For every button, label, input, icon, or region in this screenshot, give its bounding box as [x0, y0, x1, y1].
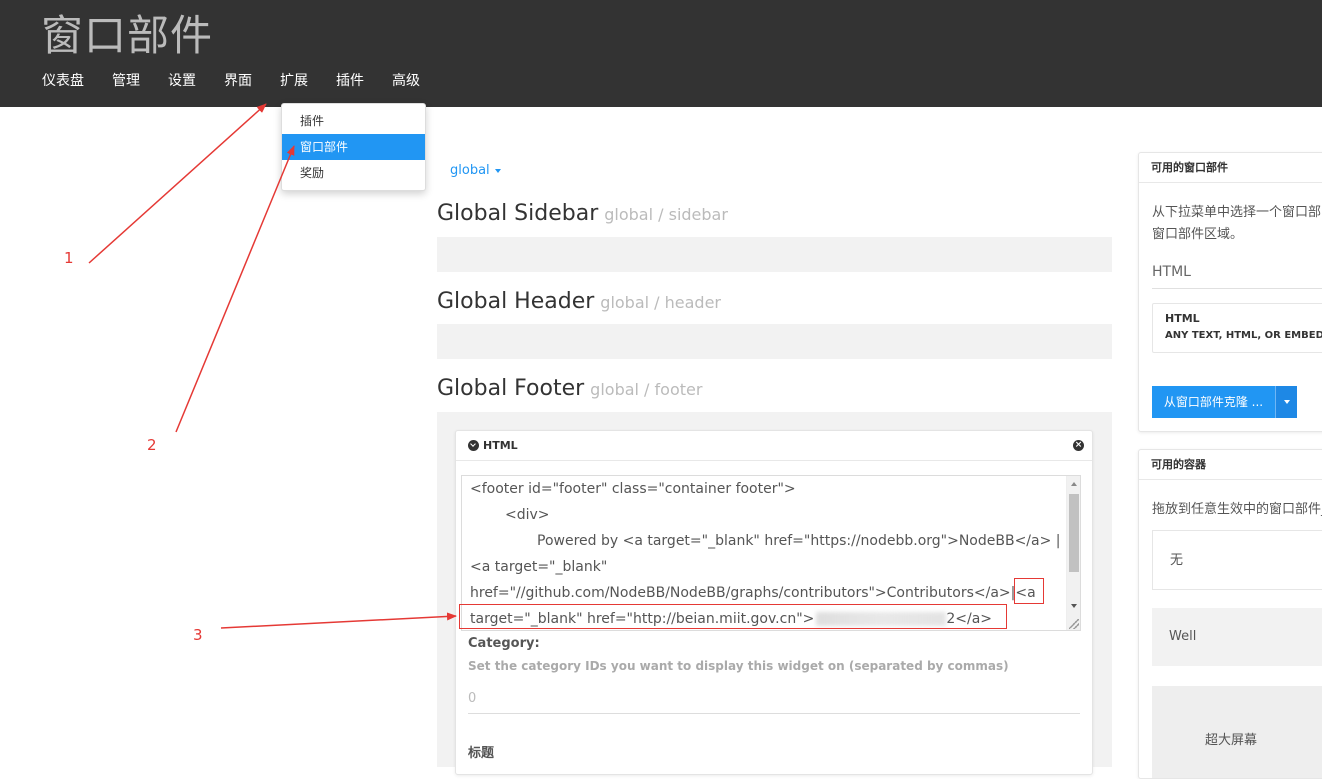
nav-manage[interactable]: 管理	[98, 70, 154, 92]
scroll-down-icon[interactable]	[1071, 604, 1077, 608]
title-label: 标题	[468, 746, 495, 761]
code-line: <div>	[505, 507, 550, 523]
available-containers-description: 拖放到任意生效中的窗口部件_	[1152, 502, 1322, 517]
extend-dropdown-menu: 插件 窗口部件 奖励	[281, 103, 426, 191]
resize-handle-icon[interactable]	[1069, 619, 1079, 629]
annotation-label-2: 2	[147, 436, 157, 454]
area-location: global / header	[600, 293, 722, 312]
textarea-scrollbar[interactable]	[1066, 476, 1080, 630]
area-title-footer: Global Footer global / footer	[437, 376, 702, 401]
nav-plugins[interactable]: 插件	[322, 70, 378, 92]
clone-dropdown-toggle[interactable]	[1275, 386, 1297, 418]
code-text: href="//github.com/NodeBB/NodeBB/graphs/…	[470, 585, 1011, 601]
area-location: global / footer	[590, 380, 703, 399]
close-icon[interactable]: ×	[1073, 440, 1084, 451]
main-nav: 仪表盘 管理 设置 界面 扩展 插件 高级	[28, 70, 434, 92]
area-dropzone-sidebar[interactable]	[437, 237, 1112, 272]
code-line: Powered by <a target="_blank" href="http…	[537, 533, 1061, 549]
area-location: global / sidebar	[604, 205, 728, 224]
container-none[interactable]: 无	[1152, 530, 1322, 590]
menu-item-widgets[interactable]: 窗口部件	[282, 134, 425, 160]
area-name: Global Header	[437, 289, 595, 314]
html-widget-panel: HTML × <footer id="footer" class="contai…	[455, 430, 1093, 775]
draggable-widget-html[interactable]: HTML ANY TEXT, HTML, OR EMBED	[1152, 303, 1322, 353]
clone-widgets-button[interactable]: 从窗口部件克隆 ...	[1152, 386, 1275, 418]
code-line: <a target="_blank"	[470, 559, 608, 575]
category-label: Category:	[468, 636, 540, 651]
annotation-label-1: 1	[64, 249, 74, 267]
page-title: 窗口部件	[41, 11, 214, 60]
available-widgets-description: 从下拉菜单中选择一个窗口部	[1152, 205, 1322, 220]
scroll-up-icon[interactable]	[1071, 482, 1077, 486]
template-select-label: global	[450, 163, 490, 178]
category-help-text: Set the category IDs you want to display…	[468, 659, 1009, 673]
code-line: <footer id="footer" class="container foo…	[470, 481, 796, 497]
widget-title: HTML	[483, 439, 518, 452]
nav-dashboard[interactable]: 仪表盘	[28, 70, 98, 92]
admin-header: 窗口部件 仪表盘 管理 设置 界面 扩展 插件 高级	[0, 0, 1322, 107]
clone-widgets-button-group: 从窗口部件克隆 ...	[1152, 386, 1297, 418]
nav-settings[interactable]: 设置	[154, 70, 210, 92]
menu-item-plugins[interactable]: 插件	[282, 108, 425, 134]
container-jumbotron[interactable]: 超大屏幕	[1152, 686, 1322, 778]
widget-tile-title: HTML	[1165, 312, 1200, 325]
chevron-down-icon[interactable]	[468, 440, 479, 451]
widget-panel-header[interactable]: HTML ×	[456, 431, 1092, 461]
nav-extend[interactable]: 扩展	[266, 70, 322, 92]
available-containers-card: 可用的容器 拖放到任意生效中的窗口部件_ 无 Well 超大屏幕	[1138, 449, 1322, 779]
select-underline	[1152, 288, 1322, 289]
widget-tile-subtitle: ANY TEXT, HTML, OR EMBED	[1165, 330, 1322, 341]
widget-type-select[interactable]: HTML	[1152, 264, 1191, 280]
caret-down-icon	[494, 168, 501, 173]
available-containers-heading: 可用的容器	[1139, 450, 1322, 480]
available-widgets-description: 窗口部件区域。	[1152, 227, 1244, 242]
area-name: Global Footer	[437, 376, 585, 401]
template-select-dropdown[interactable]: global	[450, 163, 501, 178]
area-name: Global Sidebar	[437, 201, 599, 226]
container-well[interactable]: Well	[1152, 608, 1322, 666]
scroll-thumb[interactable]	[1069, 494, 1079, 572]
annotation-label-3: 3	[193, 626, 203, 644]
available-widgets-heading: 可用的窗口部件	[1139, 153, 1322, 183]
annotation-highlight-box	[1014, 578, 1044, 604]
available-widgets-card: 可用的窗口部件 从下拉菜单中选择一个窗口部 窗口部件区域。 HTML HTML …	[1138, 152, 1322, 432]
nav-advanced[interactable]: 高级	[378, 70, 434, 92]
area-title-sidebar: Global Sidebar global / sidebar	[437, 201, 728, 226]
nav-appearance[interactable]: 界面	[210, 70, 266, 92]
code-line: href="//github.com/NodeBB/NodeBB/graphs/…	[470, 585, 1036, 601]
area-title-header: Global Header global / header	[437, 289, 721, 314]
menu-item-rewards[interactable]: 奖励	[282, 160, 425, 186]
area-dropzone-header[interactable]	[437, 324, 1112, 359]
annotation-highlight-box	[459, 604, 1007, 629]
category-input[interactable]: 0	[468, 686, 1080, 714]
